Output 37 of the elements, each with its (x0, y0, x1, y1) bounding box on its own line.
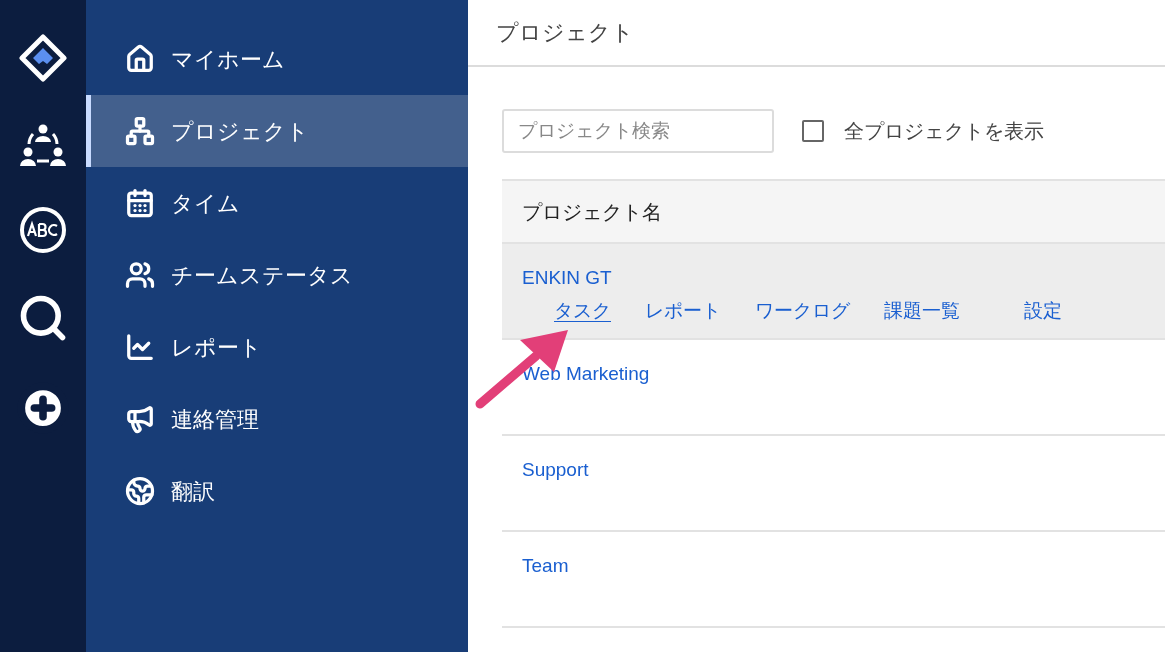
sidebar-item-label: マイホーム (171, 45, 285, 74)
page-title: プロジェクト (496, 19, 634, 47)
search-field[interactable]: プロジェクト検索 (502, 109, 774, 153)
sidebar-item-label: 連絡管理 (171, 405, 259, 434)
sidebar-item-label: プロジェクト (171, 117, 309, 146)
project-link[interactable]: Team (522, 552, 569, 581)
sidebar-item[interactable]: プロジェクト (86, 95, 468, 167)
project-action-link[interactable]: 課題一覧 (884, 296, 960, 325)
house-icon (125, 44, 155, 74)
sidebar-item[interactable]: 連絡管理 (86, 383, 468, 455)
sidebar-item-label: チームステータス (171, 261, 353, 290)
project-action-link[interactable]: レポート (645, 296, 721, 325)
table-row[interactable]: ENKIN GT タスク レポート ワークログ 課題一覧 設定 (502, 244, 1165, 340)
project-action-link[interactable]: タスク (554, 296, 611, 325)
project-link[interactable]: ENKIN GT (522, 264, 612, 293)
sidebar-item[interactable]: マイホーム (86, 23, 468, 95)
sidebar-item-label: 翻訳 (171, 477, 215, 506)
sidebar-item-label: レポート (171, 333, 262, 362)
chart-icon (125, 332, 155, 362)
checkbox[interactable] (802, 120, 824, 142)
logo-icon[interactable] (19, 34, 67, 82)
sidebar-item[interactable]: 翻訳 (86, 455, 468, 527)
sidebar-item[interactable]: レポート (86, 311, 468, 383)
hierarchy-icon (125, 116, 155, 146)
globe-icon (125, 476, 155, 506)
abc-icon[interactable] (19, 206, 67, 254)
sidebar-item[interactable]: チームステータス (86, 239, 468, 311)
project-action-link[interactable]: ワークログ (755, 296, 850, 325)
megaphone-icon (125, 404, 155, 434)
calendar-icon (125, 188, 155, 218)
sidebar-item[interactable]: タイム (86, 167, 468, 239)
column-heading: プロジェクト名 (522, 199, 662, 225)
project-link[interactable]: Support (522, 456, 589, 485)
checkbox-label: 全プロジェクトを表示 (844, 119, 1044, 144)
project-action-link[interactable]: 設定 (1024, 296, 1062, 325)
people-icon (125, 260, 155, 290)
sidebar-item-label: タイム (171, 189, 240, 218)
